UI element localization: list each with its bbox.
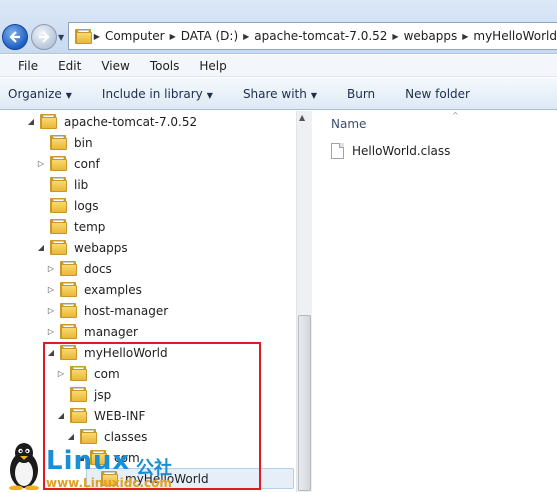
share-label: Share with	[242, 86, 307, 101]
folder-icon	[60, 324, 78, 339]
new-folder-button[interactable]: New folder	[405, 87, 470, 101]
tree-item-label: manager	[84, 324, 138, 339]
arrow-left-icon	[9, 31, 20, 43]
tree-item[interactable]: ◢ apache-tomcat-7.0.52	[26, 111, 197, 132]
folder-icon	[50, 219, 68, 234]
collapsed-arrow-icon[interactable]: ▷	[36, 159, 46, 168]
watermark-brand: Linux	[46, 446, 131, 476]
folder-icon	[50, 156, 68, 171]
tree-item-label: bin	[74, 135, 93, 150]
folder-icon	[60, 282, 78, 297]
collapsed-arrow-icon[interactable]: ▷	[46, 306, 56, 315]
menu-bar: File Edit View Tools Help	[0, 55, 557, 77]
folder-icon	[60, 261, 78, 276]
tree-item[interactable]: ▷ host-manager	[46, 300, 168, 321]
back-button[interactable]	[2, 24, 28, 50]
burn-button[interactable]: Burn	[347, 87, 375, 101]
breadcrumb-separator-icon[interactable]: ▶	[170, 32, 176, 41]
address-bar[interactable]: ▶ Computer ▶ DATA (D:) ▶ apache-tomcat-7…	[68, 22, 557, 50]
tree-item-label: examples	[84, 282, 142, 297]
penguin-icon	[9, 443, 39, 490]
tree-item[interactable]: ▷ docs	[46, 258, 112, 279]
tree-item-label: webapps	[74, 240, 128, 255]
tree-item-label: apache-tomcat-7.0.52	[64, 114, 198, 129]
breadcrumb-myhelloworld[interactable]: myHelloWorld	[473, 29, 557, 43]
tree-item-label: temp	[74, 219, 106, 234]
tree-item[interactable]: lib	[36, 174, 88, 195]
file-name: HelloWorld.class	[352, 144, 451, 158]
watermark-logo: Linux 公社 www.Linuxidc.com	[0, 432, 200, 492]
tree-item-label: host-manager	[84, 303, 169, 318]
forward-button[interactable]	[31, 24, 57, 50]
scroll-thumb[interactable]	[298, 315, 311, 491]
tree-item[interactable]: ▷ manager	[46, 321, 138, 342]
collapsed-arrow-icon[interactable]: ▷	[46, 264, 56, 273]
chevron-down-icon: ▼	[206, 90, 213, 100]
tree-item-label: logs	[74, 198, 99, 213]
folder-icon	[50, 135, 68, 150]
menu-edit[interactable]: Edit	[58, 59, 81, 73]
file-list-pane: ^ Name HelloWorld.class	[313, 111, 557, 492]
collapsed-arrow-icon[interactable]: ▷	[46, 285, 56, 294]
tree-item-label: docs	[84, 261, 112, 276]
breadcrumb-separator-icon[interactable]: ▶	[462, 32, 468, 41]
folder-icon	[60, 303, 78, 318]
name-column-header[interactable]: Name	[331, 117, 366, 131]
arrow-right-icon	[39, 31, 50, 43]
organize-label: Organize	[8, 86, 62, 101]
menu-view[interactable]: View	[101, 59, 129, 73]
tree-item[interactable]: bin	[36, 132, 93, 153]
address-area: ▼ ▶ Computer ▶ DATA (D:) ▶ apache-tomcat…	[0, 0, 557, 54]
expanded-arrow-icon[interactable]: ◢	[36, 243, 46, 252]
include-in-library-button[interactable]: Include in library ▼	[102, 87, 213, 101]
sort-ascending-icon: ^	[452, 111, 459, 120]
folder-icon	[75, 28, 92, 44]
breadcrumb-tomcat[interactable]: apache-tomcat-7.0.52	[254, 29, 387, 43]
tree-item[interactable]: ▷ examples	[46, 279, 142, 300]
menu-file[interactable]: File	[18, 59, 38, 73]
chevron-down-icon: ▼	[310, 90, 317, 100]
watermark-site: www.Linuxidc.com	[46, 476, 172, 490]
breadcrumb-separator-icon[interactable]: ▶	[94, 32, 100, 41]
breadcrumb-computer[interactable]: Computer	[105, 29, 165, 43]
breadcrumb-drive[interactable]: DATA (D:)	[181, 29, 238, 43]
folder-icon	[40, 114, 58, 129]
menu-tools[interactable]: Tools	[150, 59, 180, 73]
breadcrumb-separator-icon[interactable]: ▶	[392, 32, 398, 41]
tree-item[interactable]: ▷ conf	[36, 153, 100, 174]
tree-item-label: conf	[74, 156, 100, 171]
include-label: Include in library	[101, 86, 203, 101]
tree-scrollbar[interactable]: ▲	[296, 111, 312, 492]
share-with-button[interactable]: Share with ▼	[243, 87, 317, 101]
scroll-up-arrow-icon[interactable]: ▲	[299, 113, 305, 122]
folder-icon	[50, 177, 68, 192]
file-icon	[331, 143, 344, 159]
menu-help[interactable]: Help	[199, 59, 226, 73]
tree-item-label: lib	[74, 177, 89, 192]
chevron-down-icon: ▼	[65, 90, 72, 100]
tree-item[interactable]: logs	[36, 195, 99, 216]
collapsed-arrow-icon[interactable]: ▷	[46, 327, 56, 336]
breadcrumb-separator-icon[interactable]: ▶	[243, 32, 249, 41]
tree-item[interactable]: ◢ webapps	[36, 237, 128, 258]
folder-icon	[50, 198, 68, 213]
organize-button[interactable]: Organize ▼	[8, 87, 72, 101]
expanded-arrow-icon[interactable]: ◢	[26, 117, 36, 126]
command-bar: Organize ▼ Include in library ▼ Share with…	[0, 78, 557, 110]
tree-item[interactable]: temp	[36, 216, 105, 237]
file-item[interactable]: HelloWorld.class	[331, 143, 450, 159]
folder-icon	[50, 240, 68, 255]
recent-pages-chevron-icon[interactable]: ▼	[58, 33, 64, 42]
breadcrumb-webapps[interactable]: webapps	[404, 29, 458, 43]
